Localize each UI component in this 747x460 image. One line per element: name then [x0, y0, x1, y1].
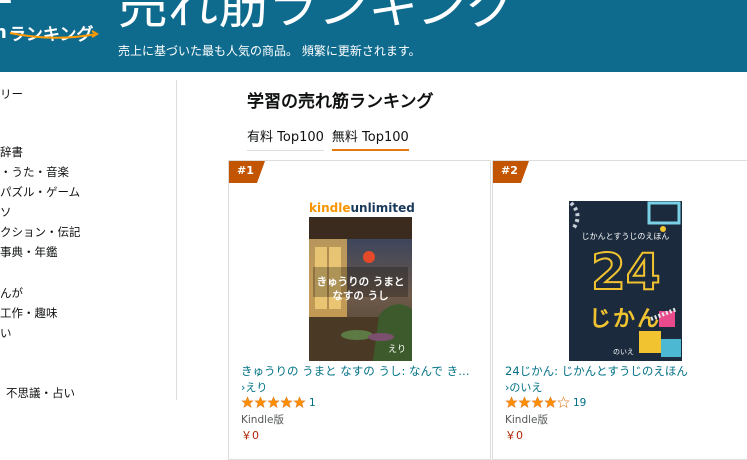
star-full-icon	[505, 396, 518, 409]
star-full-icon	[241, 396, 254, 409]
product-card[interactable]: #1 kindleunlimited きゅうりの うまと なすの うし えり き…	[228, 160, 491, 460]
sidebar-item[interactable]: 不思議・占い	[6, 385, 75, 401]
rank-badge: #1	[229, 161, 265, 183]
ranking-title: 学習の売れ筋ランキング	[247, 92, 434, 112]
product-author[interactable]: ›のいえ	[505, 379, 542, 395]
crown-icon	[0, 0, 11, 3]
product-card[interactable]: #2 じかんとすうじのえほん 24 じかん のいえ 24じかん: じかんとすうじ…	[492, 160, 747, 460]
cover-big-number: 24	[590, 243, 662, 301]
product-author[interactable]: ›えり	[241, 379, 267, 395]
star-full-icon	[544, 396, 557, 409]
header-banner: n ランキング 売れ筋ランキング 売上に基づいた最も人気の商品。 頻繁に更新され…	[0, 0, 747, 72]
tab-free-top100[interactable]: 無料 Top100	[331, 126, 409, 151]
rank-badge: #2	[493, 161, 529, 183]
sidebar-item[interactable]: クション・伝記	[0, 224, 81, 240]
book-cover[interactable]: kindleunlimited きゅうりの うまと なすの うし えり	[309, 199, 415, 361]
cover-brand: kindleunlimited	[309, 199, 415, 217]
product-price: ￥0	[505, 429, 523, 442]
sidebar-item[interactable]: い	[0, 325, 12, 341]
cover-title: じかんとすうじのえほん	[581, 232, 670, 241]
product-format: Kindle版	[241, 414, 284, 426]
page-title: 売れ筋ランキング	[118, 0, 517, 35]
star-full-icon	[280, 396, 293, 409]
product-price: ￥0	[241, 429, 259, 442]
product-format: Kindle版	[505, 414, 548, 426]
cover-subtitle: じかん	[589, 307, 662, 332]
star-full-icon	[293, 396, 306, 409]
sidebar-item[interactable]: んが	[0, 285, 23, 301]
cover-author: のいえ	[613, 348, 634, 356]
sidebar-item[interactable]: リー	[0, 86, 23, 102]
category-sidebar: リー 辞書 ・うた・音楽 パズル・ゲーム ソ クション・伝記 事典・年鑑 んが …	[0, 80, 177, 400]
tab-paid-top100[interactable]: 有料 Top100	[247, 126, 324, 151]
smile-arrow-icon	[9, 30, 99, 39]
star-rating[interactable]: 19	[505, 396, 586, 409]
book-cover[interactable]: じかんとすうじのえほん 24 じかん のいえ	[569, 201, 682, 361]
product-title[interactable]: きゅうりの うまと なすの うし: なんで きゅうりと なすで	[241, 363, 481, 379]
page-subtitle: 売上に基づいた最も人気の商品。 頻繁に更新されます。	[118, 44, 421, 58]
star-rating[interactable]: 1	[241, 396, 316, 409]
sidebar-item[interactable]: 事典・年鑑	[0, 244, 58, 260]
sidebar-item[interactable]: 辞書	[0, 144, 23, 160]
cover-author: えり	[387, 345, 406, 355]
star-full-icon	[531, 396, 544, 409]
star-empty-icon	[557, 396, 570, 409]
review-count[interactable]: 1	[309, 397, 316, 409]
sidebar-item[interactable]: ・うた・音楽	[0, 164, 69, 180]
sidebar-item[interactable]: ソ	[0, 204, 12, 220]
sidebar-item[interactable]: 工作・趣味	[0, 305, 58, 321]
star-full-icon	[254, 396, 267, 409]
star-full-icon	[518, 396, 531, 409]
sidebar-item[interactable]: パズル・ゲーム	[0, 184, 80, 200]
cover-title: きゅうりの うまと なすの うし	[316, 276, 405, 302]
product-title[interactable]: 24じかん: じかんとすうじのえほん	[505, 363, 745, 379]
ranking-tabs: 有料 Top100 無料 Top100	[247, 126, 417, 151]
star-full-icon	[267, 396, 280, 409]
review-count[interactable]: 19	[573, 397, 586, 409]
